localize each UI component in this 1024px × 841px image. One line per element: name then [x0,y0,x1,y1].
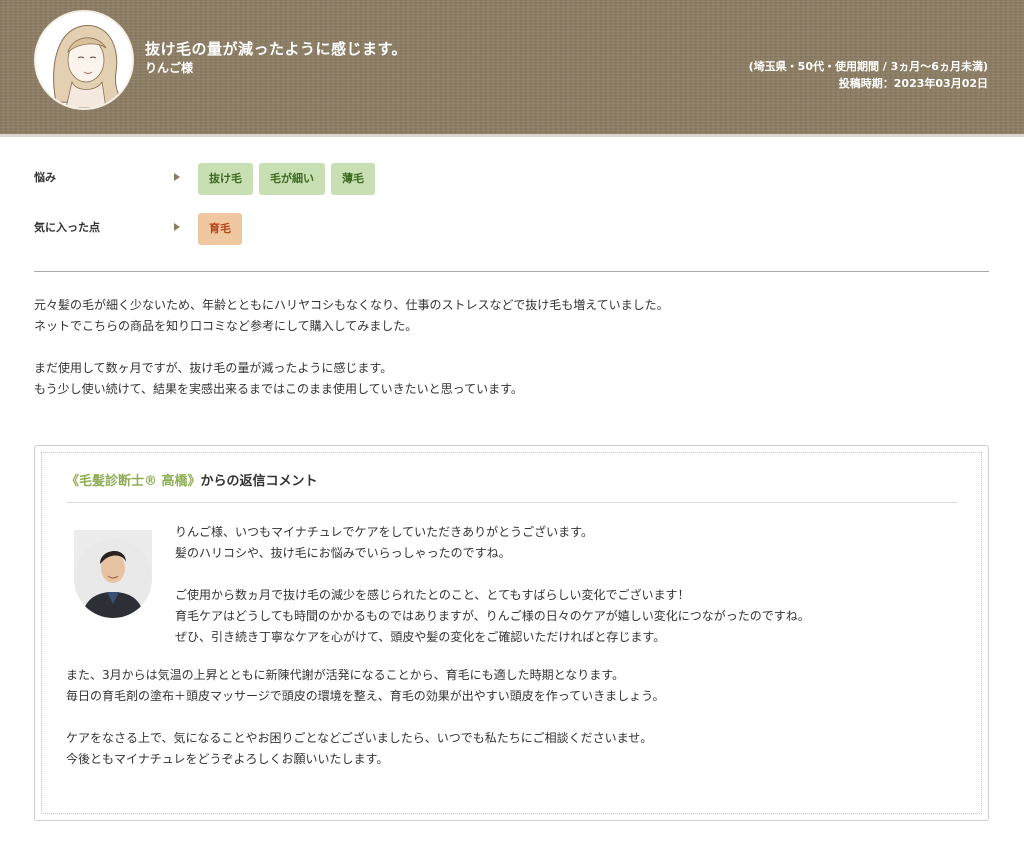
concerns-label: 悩み [34,171,56,184]
reply-line: 毎日の育毛剤の塗布＋頭皮マッサージで頭皮の環境を整え、育毛の効果が出やすい頭皮を… [66,689,665,703]
woman-illustration-icon [36,12,132,108]
doctor-name: 《毛髪診断士® 高橋》 [66,474,201,489]
review-meta: (埼玉県・50代・使用期間 / 3ヵ月〜6ヵ月未満) 投稿時期：2023年03月… [749,58,988,92]
arrow-right-icon [174,173,180,181]
tag-concern[interactable]: 薄毛 [331,163,375,195]
doctor-photo-icon [74,530,152,618]
review-body: 元々髪の毛が細く少ないため、年齢とともにハリヤコシもなくなり、仕事のストレスなど… [34,295,989,400]
reply-rest: また、3月からは気温の上昇とともに新陳代謝が活発になることから、育毛にも適した時… [66,665,956,770]
tag-concern[interactable]: 抜け毛 [198,163,253,195]
reply-intro: りんご様、いつもマイナチュレでケアをしていただきありがとうございます。 髪のハリ… [175,522,955,648]
reply-line: ケアをなさる上で、気になることやお困りごとなどございましたら、いつでも私たちにご… [66,731,653,745]
review-line: 元々髪の毛が細く少ないため、年齢とともにハリヤコシもなくなり、仕事のストレスなど… [34,298,669,312]
reviewer-name: りんご様 [145,61,194,75]
reply-heading: 《毛髪診断士® 高橋》からの返信コメント [66,470,318,489]
concerns-row: 悩み 抜け毛 毛が細い 薄毛 [34,163,989,213]
section-divider [34,271,989,272]
reply-line: ご使用から数ヵ月で抜け毛の減少を感じられたとのこと、とてもすばらしい変化でござい… [175,588,690,602]
reply-heading-suffix: からの返信コメント [200,474,318,489]
reply-line: また、3月からは気温の上昇とともに新陳代謝が活発になることから、育毛にも適した時… [66,668,625,682]
post-date: 投稿時期：2023年03月02日 [838,77,988,90]
liked-tags: 育毛 [198,213,242,245]
tags-area: 悩み 抜け毛 毛が細い 薄毛 気に入った点 育毛 [34,163,989,263]
reply-line: ぜひ、引き続き丁寧なケアを心がけて、頭皮や髪の変化をご確認いただければと存じます… [175,630,666,644]
reply-line: 育毛ケアはどうしても時間のかかるものではありますが、りんご様の日々のケアが嬉しい… [175,609,810,623]
doctor-avatar [74,530,152,618]
reviewer-avatar [34,10,134,110]
review-line: まだ使用して数ヶ月ですが、抜け毛の量が減ったように感じます。 [34,361,393,375]
concerns-tags: 抜け毛 毛が細い 薄毛 [198,163,375,195]
review-line: もう少し使い続けて、結果を実感出来るまではこのまま使用していきたいと思っています… [34,382,523,396]
reply-divider [66,502,958,503]
reply-line: りんご様、いつもマイナチュレでケアをしていただきありがとうございます。 [175,525,593,539]
liked-row: 気に入った点 育毛 [34,213,989,263]
reply-line: 今後ともマイナチュレをどうぞよろしくお願いいたします。 [66,752,389,766]
reviewer-profile: (埼玉県・50代・使用期間 / 3ヵ月〜6ヵ月未満) [748,60,988,73]
tag-concern[interactable]: 毛が細い [259,163,325,195]
arrow-right-icon [174,223,180,231]
reply-line: 髪のハリコシや、抜け毛にお悩みでいらっしゃったのですね。 [175,546,511,560]
review-header: 抜け毛の量が減ったように感じます。 りんご様 (埼玉県・50代・使用期間 / 3… [0,0,1024,137]
liked-label: 気に入った点 [34,221,100,234]
tag-liked[interactable]: 育毛 [198,213,242,245]
review-line: ネットでこちらの商品を知り口コミなど参考にして購入してみました。 [34,319,418,333]
review-title: 抜け毛の量が減ったように感じます。 [145,40,408,58]
